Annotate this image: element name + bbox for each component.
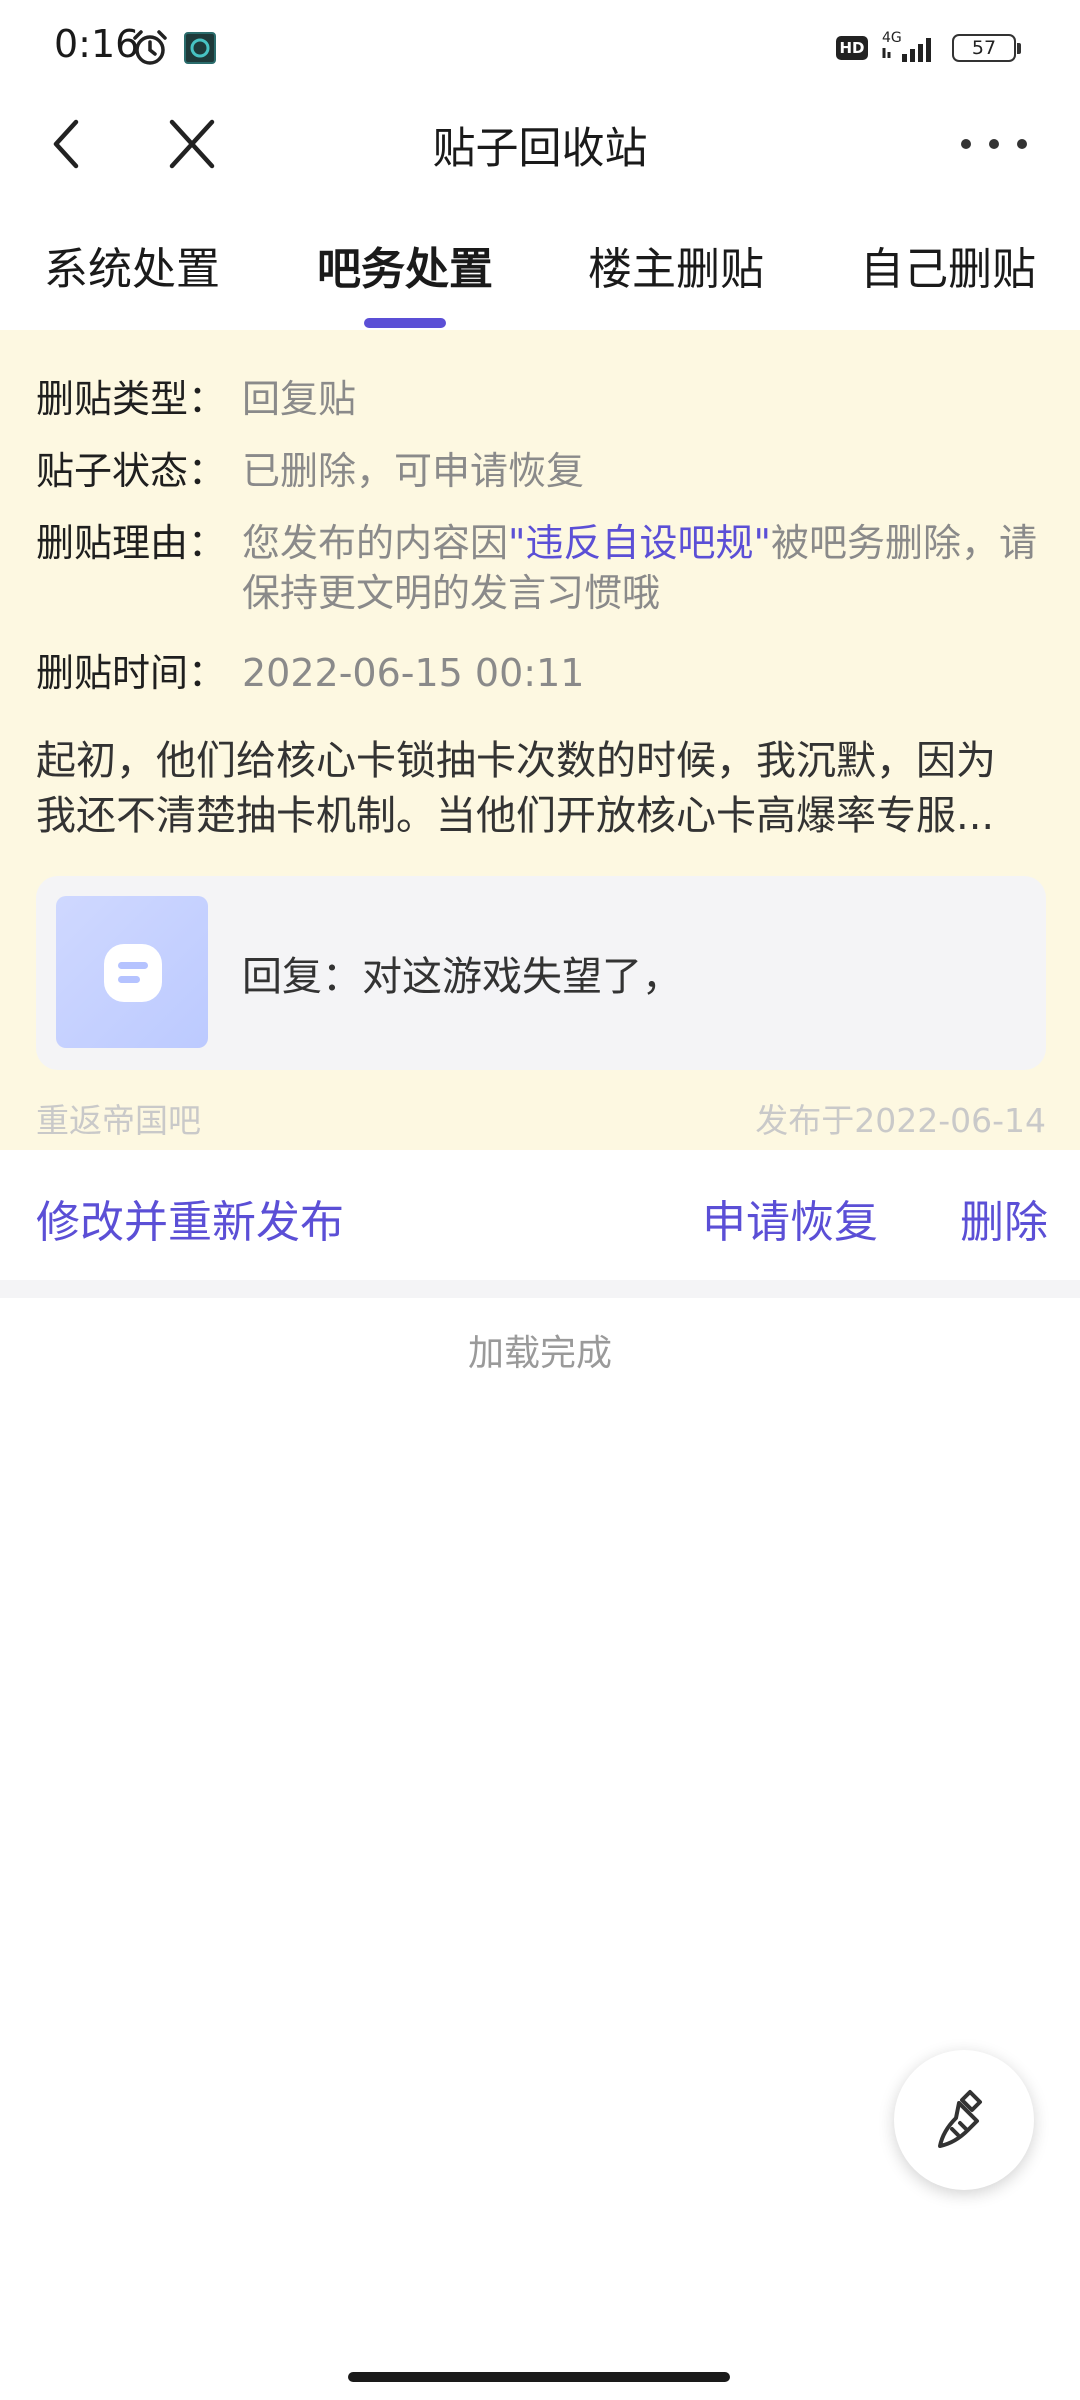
publish-date: 发布于2022-06-14 — [755, 1101, 1046, 1140]
alarm-icon — [130, 28, 170, 72]
close-button[interactable] — [160, 116, 224, 172]
delete-time-value: 2022-06-15 00:11 — [242, 651, 585, 695]
reply-thumbnail — [56, 896, 208, 1048]
close-icon — [169, 119, 215, 169]
tab-self-deleted[interactable]: 自己删贴 — [848, 218, 1048, 330]
more-button[interactable] — [956, 116, 1032, 172]
apply-restore-button[interactable]: 申请恢复 — [702, 1186, 878, 1250]
app-notification-icon — [182, 30, 218, 70]
edit-republish-button[interactable]: 修改并重新发布 — [36, 1186, 344, 1250]
more-dots-icon — [961, 139, 1027, 149]
broom-icon — [938, 2090, 982, 2148]
load-status: 加载完成 — [467, 1333, 612, 1374]
post-status-value: 已删除，可申请恢复 — [242, 449, 585, 493]
signal-icon: 4G — [880, 28, 944, 72]
active-tab-indicator — [364, 318, 446, 328]
nav-bar: 贴子回收站 — [0, 96, 1080, 192]
reason-prefix: 您发布的内容因 — [242, 521, 509, 565]
message-icon — [104, 944, 162, 1002]
delete-button[interactable]: 删除 — [960, 1186, 1048, 1250]
status-time: 0:16 — [54, 22, 140, 66]
chevron-left-icon — [53, 119, 79, 169]
forum-rule-link[interactable]: "违反自设吧规" — [508, 521, 771, 565]
section-divider — [0, 1280, 1080, 1298]
tab-bar: 系统处置 吧务处置 楼主删贴 自己删贴 — [0, 218, 1080, 330]
delete-time-label: 删贴时间： — [36, 651, 227, 695]
home-indicator[interactable] — [348, 2372, 730, 2382]
post-status-label: 贴子状态： — [36, 449, 227, 493]
excerpt-line-1: 起初，他们给核心卡锁抽卡次数的时候，我沉默，因为 — [36, 738, 996, 784]
excerpt-line-2: 我还不清楚抽卡机制。当他们开放核心卡高爆率专服... — [36, 793, 995, 839]
delete-reason-value: 您发布的内容因"违反自设吧规"被吧务删除，请保持更文明的发言习惯哦 — [242, 518, 1062, 618]
delete-type-label: 删贴类型： — [36, 377, 227, 421]
tab-op-deleted[interactable]: 楼主删贴 — [576, 218, 776, 330]
post-excerpt: 起初，他们给核心卡锁抽卡次数的时候，我沉默，因为 我还不清楚抽卡机制。当他们开放… — [36, 734, 1046, 844]
battery-indicator: 57 — [952, 34, 1021, 62]
quoted-reply[interactable]: 回复：对这游戏失望了， — [36, 876, 1046, 1070]
back-button[interactable] — [40, 116, 96, 172]
forum-name[interactable]: 重返帝国吧 — [36, 1094, 201, 1142]
reply-text: 回复：对这游戏失望了， — [242, 954, 682, 1000]
delete-type-value: 回复贴 — [242, 377, 357, 421]
hd-badge: HD — [836, 36, 868, 60]
network-type: 4G — [882, 30, 902, 46]
post-actions: 修改并重新发布 申请恢复 删除 — [0, 1150, 1080, 1280]
tab-forum-admin-handling[interactable]: 吧务处置 — [305, 218, 505, 330]
clean-fab-button[interactable] — [894, 2050, 1034, 2190]
tab-system-handling[interactable]: 系统处置 — [32, 218, 232, 330]
delete-reason-label: 删贴理由： — [36, 521, 227, 565]
deleted-post-card[interactable]: 删贴类型： 回复贴 贴子状态： 已删除，可申请恢复 删贴理由： 您发布的内容因"… — [0, 330, 1080, 1150]
status-bar: 0:16 HD 4G 57 — [0, 0, 1080, 96]
